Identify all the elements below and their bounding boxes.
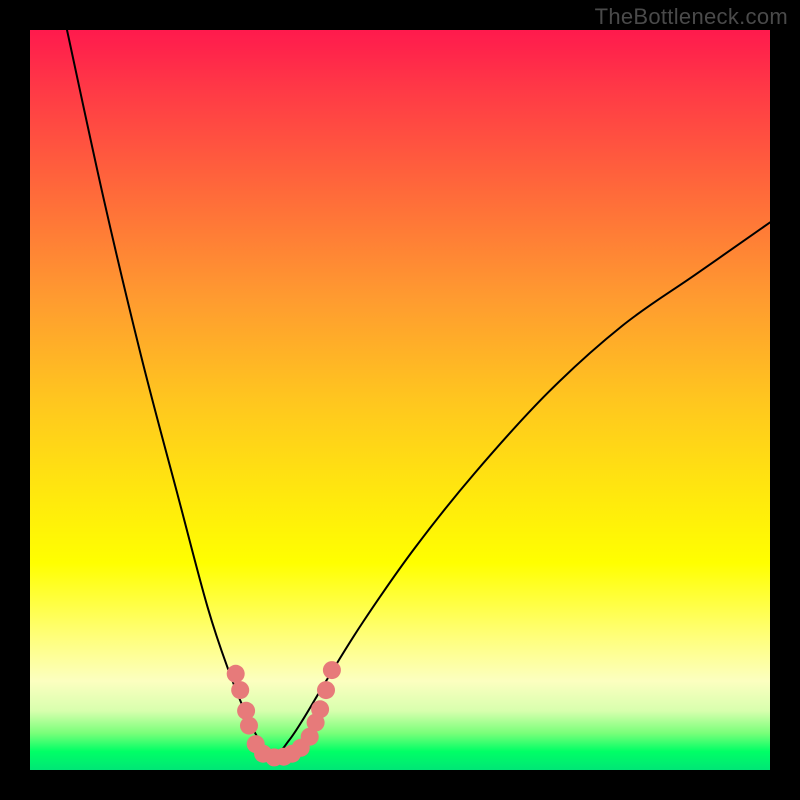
curve-plot-svg	[30, 30, 770, 770]
dot-marker	[231, 681, 249, 699]
dot-marker	[311, 700, 329, 718]
dot-marker	[317, 681, 335, 699]
dot-marker	[323, 661, 341, 679]
watermark-text: TheBottleneck.com	[595, 4, 788, 30]
dot-marker	[240, 717, 258, 735]
bottleneck-curve-path	[67, 30, 770, 755]
dot-marker	[227, 665, 245, 683]
dot-cluster-group	[227, 661, 341, 766]
